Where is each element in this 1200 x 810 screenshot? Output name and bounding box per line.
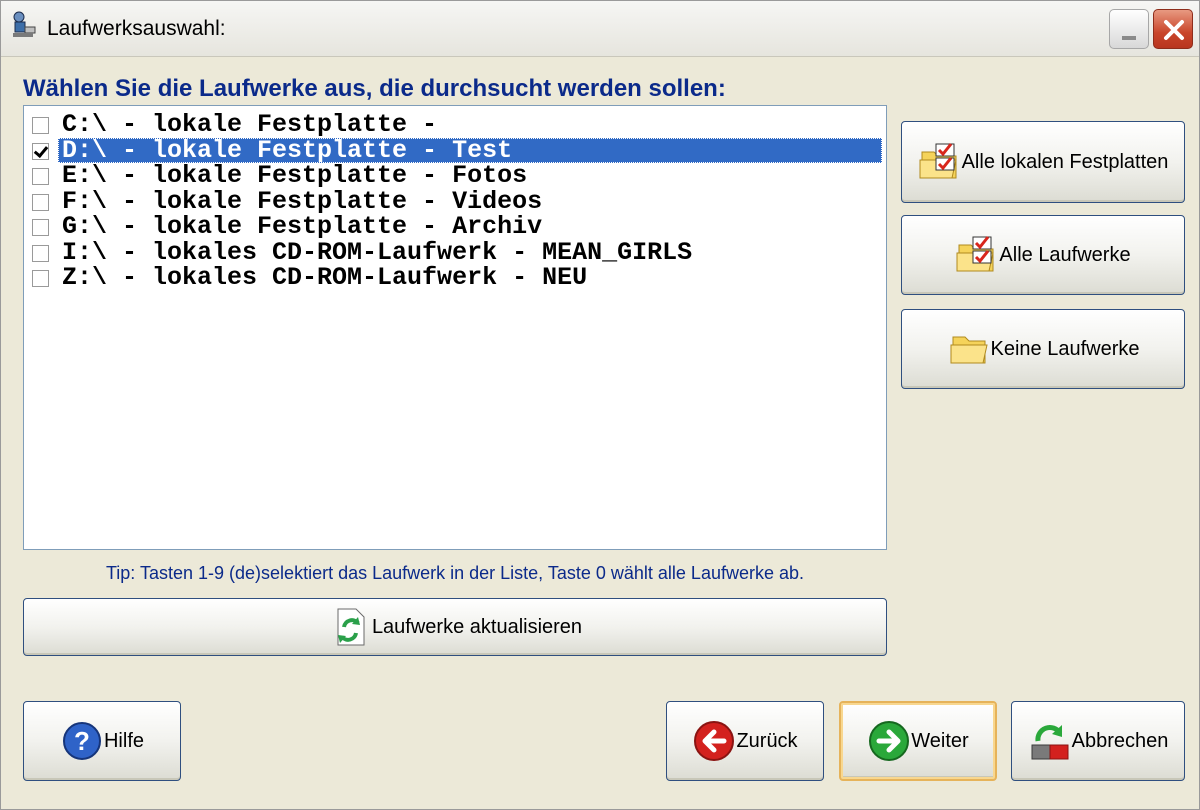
next-label: Weiter [911,729,969,752]
keyboard-tip: Tip: Tasten 1-9 (de)selektiert das Laufw… [105,563,805,583]
select-all-local-drives-label: Alle lokalen Festplatten [961,150,1169,173]
select-no-drives-button[interactable]: Keine Laufwerke [901,309,1185,389]
refresh-drives-button[interactable]: Laufwerke aktualisieren [23,598,887,656]
cancel-icon [1028,719,1072,763]
next-button[interactable]: Weiter [839,701,997,781]
drive-label: D:\ - lokale Festplatte - Test [58,137,882,163]
help-label: Hilfe [103,729,144,752]
instruction-heading: Wählen Sie die Laufwerke aus, die durchs… [23,75,726,102]
minimize-button[interactable] [1109,9,1149,49]
folder-icon [947,327,991,371]
drive-checkbox[interactable] [32,193,49,211]
svg-text:?: ? [74,726,90,756]
help-button[interactable]: ? Hilfe [23,701,181,781]
help-icon: ? [60,719,104,763]
cancel-label: Abbrechen [1071,729,1169,752]
app-icon [7,9,39,41]
close-icon [1164,20,1184,40]
select-no-drives-label: Keine Laufwerke [990,337,1140,360]
drive-checkbox[interactable] [32,117,49,134]
cancel-button[interactable]: Abbrechen [1011,701,1185,781]
drive-list-item[interactable]: G:\ - lokale Festplatte - Archiv [24,214,882,239]
drive-label: C:\ - lokale Festplatte - [62,110,438,139]
drive-list-item[interactable]: D:\ - lokale Festplatte - Test [24,137,882,163]
refresh-drives-label: Laufwerke aktualisieren [371,615,583,638]
drive-list-item[interactable]: E:\ - lokale Festplatte - Fotos [24,163,882,188]
drive-label: Z:\ - lokales CD-ROM-Laufwerk - NEU [62,263,588,292]
drive-list-item[interactable]: F:\ - lokale Festplatte - Videos [24,189,882,214]
drive-label: I:\ - lokales CD-ROM-Laufwerk - MEAN_GIR… [62,237,693,267]
drive-list-item[interactable]: I:\ - lokales CD-ROM-Laufwerk - MEAN_GIR… [24,240,882,265]
back-label: Zurück [736,729,798,752]
close-button[interactable] [1153,9,1193,49]
drive-label: F:\ - lokale Festplatte - Videos [62,186,543,216]
drive-checkbox[interactable] [32,142,49,160]
select-all-drives-label: Alle Laufwerke [999,243,1131,266]
folder-check-icon [918,140,962,184]
window-title: Laufwerksauswahl: [47,17,226,40]
select-all-drives-button[interactable]: Alle Laufwerke [901,215,1185,295]
drive-checkbox[interactable] [32,219,49,236]
back-arrow-icon [692,719,736,763]
back-button[interactable]: Zurück [666,701,824,781]
drive-label: G:\ - lokale Festplatte - Archiv [62,212,543,241]
drive-checkbox[interactable] [32,168,49,185]
dialog-window: Laufwerksauswahl: Wählen Sie die Laufwer… [0,0,1200,810]
drive-list[interactable]: C:\ - lokale Festplatte - D:\ - lokale Fe… [23,105,887,550]
title-bar: Laufwerksauswahl: [1,1,1199,57]
folder-check-icon [955,233,999,277]
drive-checkbox[interactable] [32,270,49,287]
drive-label: E:\ - lokale Festplatte - Fotos [62,161,528,190]
select-all-local-drives-button[interactable]: Alle lokalen Festplatten [901,121,1185,203]
drive-checkbox[interactable] [32,244,49,262]
refresh-icon [328,605,372,649]
drive-list-item[interactable]: C:\ - lokale Festplatte - [24,112,882,137]
forward-arrow-icon [867,719,911,763]
drive-list-item[interactable]: Z:\ - lokales CD-ROM-Laufwerk - NEU [24,265,882,290]
